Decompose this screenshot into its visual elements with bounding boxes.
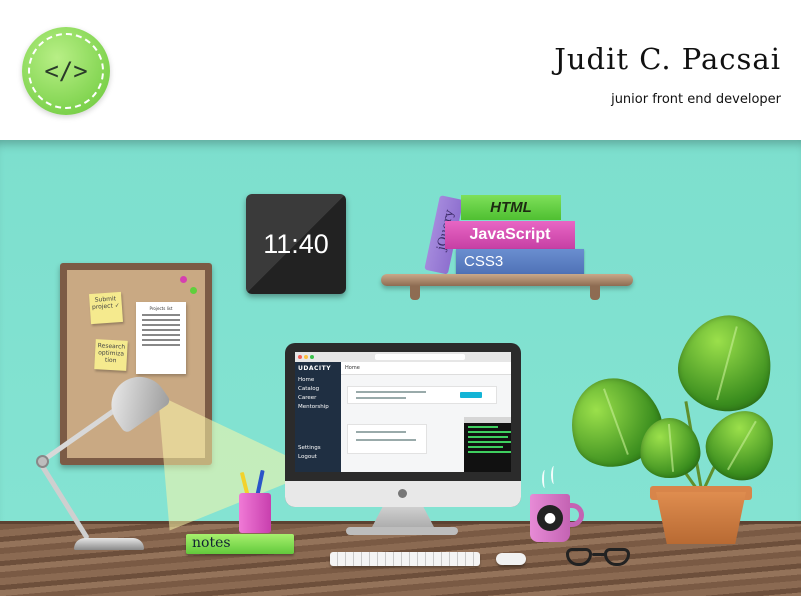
monitor-base xyxy=(346,527,458,535)
minimize-dot-icon xyxy=(304,355,308,359)
card-line xyxy=(356,439,416,441)
paper-line xyxy=(142,319,180,321)
paper-line xyxy=(142,329,180,331)
code-icon: </> xyxy=(44,57,88,85)
clock-time: 11:40 xyxy=(263,229,329,259)
pin-icon xyxy=(180,276,187,283)
monitor-screen[interactable]: UDACITY Home Catalog Career Mentorship S… xyxy=(295,352,511,472)
developer-role: junior front end developer xyxy=(611,92,781,107)
paper-title: Projects list xyxy=(149,306,173,311)
code-line xyxy=(468,426,498,428)
udacity-brand: UDACITY xyxy=(298,365,332,372)
power-button-icon[interactable] xyxy=(398,489,407,498)
developer-name: Judit C. Pacsai xyxy=(554,42,781,76)
book-javascript[interactable]: JavaScript xyxy=(445,221,575,249)
github-icon[interactable]: ● xyxy=(537,505,563,531)
wall-shelf xyxy=(381,274,633,286)
sidebar-item-logout: Logout xyxy=(298,454,317,460)
code-line xyxy=(468,451,511,453)
sidebar-item-settings: Settings xyxy=(298,445,321,451)
logo-badge[interactable]: </> xyxy=(22,27,110,115)
sidebar-item-home: Home xyxy=(298,377,315,383)
shelf-bracket-left xyxy=(410,286,420,300)
mouse xyxy=(496,553,526,565)
continue-button xyxy=(460,392,482,398)
glasses-lens xyxy=(604,548,630,566)
sidebar-item-catalog: Catalog xyxy=(298,386,320,392)
plant-pot xyxy=(656,492,746,544)
code-line xyxy=(468,441,511,443)
maximize-dot-icon xyxy=(310,355,314,359)
code-line xyxy=(468,446,503,448)
pin-icon xyxy=(190,287,197,294)
glasses xyxy=(566,548,632,570)
url-bar xyxy=(375,354,465,360)
notes-label: notes xyxy=(192,535,231,551)
card-line xyxy=(356,431,406,433)
paper-line xyxy=(142,314,180,316)
card-line xyxy=(356,397,406,399)
wall-clock[interactable]: 11:40 xyxy=(246,194,346,294)
content-title: Home xyxy=(341,362,511,375)
paper-line xyxy=(142,334,180,336)
book-css[interactable]: CSS3 xyxy=(456,249,584,274)
todo-paper[interactable]: Projects list xyxy=(136,302,186,374)
paper-line xyxy=(142,344,180,346)
lamp-base xyxy=(74,538,144,550)
code-line xyxy=(468,436,508,438)
code-editor-window xyxy=(464,417,511,472)
shelf-bracket-right xyxy=(590,286,600,300)
browser-toolbar xyxy=(295,352,511,362)
paper-line xyxy=(142,339,180,341)
glasses-lens xyxy=(566,548,592,566)
udacity-content: Home xyxy=(341,362,511,472)
code-line xyxy=(468,431,511,433)
sidebar-item-career: Career xyxy=(298,395,317,401)
sticky-note-research[interactable]: Research optimiza tion xyxy=(94,339,128,371)
steam-icon xyxy=(551,466,557,484)
udacity-sidebar: UDACITY Home Catalog Career Mentorship S… xyxy=(295,362,341,472)
course-card xyxy=(347,386,497,404)
editor-toolbar xyxy=(464,417,511,423)
pencil-cup xyxy=(239,493,271,533)
card-line xyxy=(356,391,426,393)
sidebar-item-mentorship: Mentorship xyxy=(298,404,329,410)
lamp-joint xyxy=(36,455,49,468)
steam-icon xyxy=(542,470,548,488)
sticky-note-submit[interactable]: Submit project ✓ xyxy=(88,291,124,325)
site-header: </> Judit C. Pacsai junior front end dev… xyxy=(0,0,801,140)
notes-button[interactable]: notes xyxy=(186,534,294,554)
course-card xyxy=(347,424,427,454)
book-html[interactable]: HTML xyxy=(461,195,561,220)
paper-line xyxy=(142,324,180,326)
keyboard xyxy=(330,552,480,566)
close-dot-icon xyxy=(298,355,302,359)
